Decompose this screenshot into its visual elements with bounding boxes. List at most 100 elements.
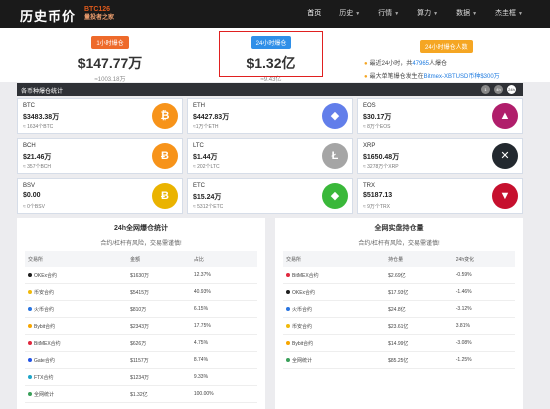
table-row[interactable]: Bybit合约 $14.99亿 -3.08% bbox=[283, 334, 515, 352]
table-row[interactable]: Bybit合约 $2343万 17.75% bbox=[25, 317, 257, 335]
exchange-name: 全网统计 bbox=[292, 357, 313, 364]
coin-amount: $0.00 bbox=[23, 192, 41, 199]
bitcoin-cash-icon: Ƀ bbox=[152, 143, 178, 169]
range-24h-button[interactable]: 24h bbox=[507, 85, 516, 94]
exchange-icon bbox=[286, 358, 290, 363]
bitcoin-icon: ₿ bbox=[152, 103, 178, 129]
ripple-icon: ✕ bbox=[492, 143, 518, 169]
coin-name: ETC bbox=[193, 183, 205, 189]
amount: $1.32亿 bbox=[127, 385, 191, 403]
open-interest: $2.69亿 bbox=[385, 267, 453, 284]
coin-name: BTC bbox=[23, 103, 35, 109]
open-interest-panel: 全网实盘持仓量 合约/杠杆有风险，交易需谨慎! 交易所 持仓量 24h变化 Bi… bbox=[275, 218, 523, 409]
share: 40.93% bbox=[190, 283, 257, 301]
recent-liquidations-line: ● 最近24小时，共47965人爆仓 bbox=[364, 58, 500, 67]
exchange-name: 火币合约 bbox=[34, 306, 55, 313]
exchange-icon bbox=[28, 358, 32, 363]
coin-card-ltc[interactable]: LTC $1.44万 ≈ 202个LTC Ł bbox=[187, 138, 353, 174]
range-1h-button[interactable]: 1 bbox=[481, 85, 490, 94]
change-24h: 3.81% bbox=[452, 317, 515, 335]
exchange-name: 火币合约 bbox=[292, 306, 313, 313]
coin-card-bsv[interactable]: BSV $0.00 ≈ 0个BSV Ƀ bbox=[17, 178, 183, 214]
panel-title: 24h全网爆仓统计 bbox=[113, 225, 169, 232]
coin-sub: ≈ 0个BSV bbox=[23, 204, 45, 210]
table-row[interactable]: 火币合约 $810万 6.15% bbox=[25, 300, 257, 318]
coin-amount: $1.44万 bbox=[193, 154, 218, 161]
menu-item-history[interactable]: 历史 ▼ bbox=[330, 0, 369, 28]
coin-card-etc[interactable]: ETC $15.24万 ≈ 5312个ETC ◆ bbox=[187, 178, 353, 214]
largest-order-link[interactable]: Bitmex-XBTUSD币种$300万 bbox=[424, 74, 500, 80]
exchange-name: Bybit合约 bbox=[292, 340, 314, 347]
open-interest-table: 交易所 持仓量 24h变化 BitMEX合约 $2.69亿 -0.59% OKEx合… bbox=[283, 251, 515, 369]
coin-name: ETH bbox=[193, 103, 205, 109]
caret-down-icon: ▼ bbox=[433, 11, 439, 17]
exchange-icon bbox=[286, 290, 290, 295]
column-header: 交易所 bbox=[25, 251, 128, 267]
coin-sub: ≈ 8万个EOS bbox=[363, 124, 391, 130]
menu-label: 历史 bbox=[339, 10, 354, 17]
menu-item-data[interactable]: 数据 ▼ bbox=[447, 0, 486, 28]
coin-card-btc[interactable]: BTC $3483.38万 ≈ 1634个BTC ₿ bbox=[17, 98, 183, 134]
menu-item-home[interactable]: 首页 bbox=[298, 0, 330, 28]
coin-card-bch[interactable]: BCH $21.46万 ≈ 357个BCH Ƀ bbox=[17, 138, 183, 174]
coin-name: LTC bbox=[193, 143, 204, 149]
exchange-name: 币安合约 bbox=[34, 289, 55, 296]
coin-amount: $15.24万 bbox=[193, 194, 222, 201]
table-row[interactable]: 火币合约 $24.8亿 -3.12% bbox=[283, 300, 515, 318]
coin-sub: ≈ 1634个BTC bbox=[23, 124, 54, 130]
coin-name: BCH bbox=[23, 143, 36, 149]
menu-label: 行情 bbox=[378, 10, 393, 17]
menu-item-hashrate[interactable]: 算力 ▼ bbox=[408, 0, 447, 28]
table-row-total[interactable]: 全网统计 $85.25亿 -1.25% bbox=[283, 351, 515, 369]
brand-slogan: 量投者之家 bbox=[84, 15, 115, 21]
eos-icon: ▲ bbox=[492, 103, 518, 129]
stat-1h: 1小时爆仓 $147.77万 ≈1003.18万 bbox=[30, 28, 190, 83]
caret-down-icon: ▼ bbox=[472, 11, 478, 17]
exchange-icon bbox=[28, 324, 32, 329]
exchange-name: BitMEX合约 bbox=[34, 340, 61, 347]
brand-mark: BTC126 量投者之家 bbox=[84, 6, 114, 22]
table-row[interactable]: FTX合约 $1234万 9.33% bbox=[25, 368, 257, 386]
people-count: 47965 bbox=[412, 61, 429, 67]
table-row[interactable]: BitMEX合约 $2.69亿 -0.59% bbox=[283, 267, 515, 284]
share: 6.15% bbox=[190, 300, 257, 318]
column-header: 交易所 bbox=[283, 251, 386, 267]
menu-label: 数据 bbox=[456, 10, 471, 17]
caret-down-icon: ▼ bbox=[355, 11, 361, 17]
menu-item-market[interactable]: 行情 ▼ bbox=[369, 0, 408, 28]
amount: $5415万 bbox=[127, 283, 191, 301]
open-interest: $23.61亿 bbox=[385, 317, 453, 335]
coin-card-eth[interactable]: ETH $4427.83万 ≈1万个ETH ◆ bbox=[187, 98, 353, 134]
text: 人爆仓 bbox=[429, 61, 448, 67]
site-logo[interactable]: 历史币价 bbox=[20, 6, 76, 25]
text: 最近24小时，共 bbox=[369, 61, 413, 67]
coin-name: XRP bbox=[363, 143, 376, 149]
amount: $1157万 bbox=[127, 351, 191, 369]
coin-sub: ≈1万个ETH bbox=[193, 124, 219, 130]
coin-card-xrp[interactable]: XRP $1650.48万 ≈ 3278万个XRP ✕ bbox=[357, 138, 523, 174]
table-row-total[interactable]: 全网统计 $1.32亿 100.00% bbox=[25, 385, 257, 403]
menu-item-tools[interactable]: 杰圭框 ▼ bbox=[486, 0, 532, 28]
exchange-icon bbox=[286, 307, 290, 312]
menu-label: 算力 bbox=[417, 10, 432, 17]
exchange-icon bbox=[28, 392, 32, 397]
range-4h-button[interactable]: 4h bbox=[494, 85, 503, 94]
exchange-name: OKEx合约 bbox=[292, 289, 316, 296]
caret-down-icon: ▼ bbox=[394, 11, 400, 17]
highlight-box bbox=[219, 31, 323, 77]
coin-sub: ≈ 3278万个XRP bbox=[363, 164, 399, 170]
exchange-name: FTX合约 bbox=[34, 374, 54, 381]
table-row[interactable]: BitMEX合约 $626万 4.75% bbox=[25, 334, 257, 352]
table-row[interactable]: OKEx合约 $1630万 12.37% bbox=[25, 267, 257, 284]
table-row[interactable]: 币安合约 $23.61亿 3.81% bbox=[283, 317, 515, 335]
column-header: 占比 bbox=[190, 251, 257, 267]
ethereum-icon: ◆ bbox=[322, 103, 348, 129]
table-row[interactable]: Gate合约 $1157万 8.74% bbox=[25, 351, 257, 369]
stat-24h-people: 24小时爆仓人数 ● 最近24小时，共47965人爆仓 ● 最大单笔爆仓发生在Bit… bbox=[364, 36, 500, 80]
coin-card-eos[interactable]: EOS $30.17万 ≈ 8万个EOS ▲ bbox=[357, 98, 523, 134]
table-row[interactable]: 币安合约 $5415万 40.93% bbox=[25, 283, 257, 301]
coin-card-trx[interactable]: TRX $5187.13 ≈ 9万个TRX ▼ bbox=[357, 178, 523, 214]
table-row[interactable]: OKEx合约 $17.93亿 -1.46% bbox=[283, 283, 515, 301]
change-24h: -3.08% bbox=[452, 334, 515, 352]
panel-title: 全网实盘持仓量 bbox=[374, 225, 424, 232]
